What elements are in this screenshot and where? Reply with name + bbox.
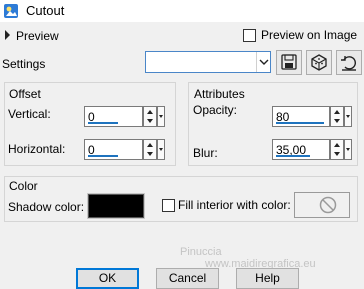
settings-dropdown-button[interactable] [256,52,270,72]
vertical-spinner[interactable] [143,106,157,127]
spin-up-icon[interactable] [147,110,153,114]
chevron-down-icon [159,115,163,118]
offset-group-title: Offset [7,87,43,101]
chevron-down-icon [259,59,269,65]
color-group-title: Color [7,179,40,193]
opacity-spinner[interactable] [330,106,344,127]
blur-spinner[interactable] [330,139,344,160]
spin-down-icon[interactable] [334,119,340,123]
horizontal-input[interactable]: 0 [84,139,143,160]
horizontal-slider-bar[interactable] [88,155,118,157]
app-icon [4,4,18,18]
shadow-color-swatch[interactable] [87,193,145,219]
opacity-input[interactable]: 80 [272,106,330,127]
opacity-label: Opacity: [193,103,238,117]
fill-interior-checkbox[interactable] [162,199,175,212]
reset-icon [341,56,356,71]
save-preset-button[interactable] [276,50,302,75]
preview-label[interactable]: Preview [16,29,59,43]
opacity-dropdown[interactable] [344,106,352,127]
blur-input[interactable]: 35,00 [272,139,330,160]
chevron-down-icon [159,148,163,151]
ok-button[interactable]: OK [76,268,139,289]
vertical-input[interactable]: 0 [84,106,143,127]
vertical-label: Vertical: [8,107,51,121]
cutout-dialog: Cutout Preview Preview on Image Settings [0,0,364,289]
fill-interior-label[interactable]: Fill interior with color: [178,198,291,212]
vertical-dropdown[interactable] [157,106,165,127]
settings-label: Settings [2,57,46,71]
blur-dropdown[interactable] [344,139,352,160]
spin-up-icon[interactable] [334,143,340,147]
opacity-slider-bar[interactable] [276,122,324,124]
blur-label: Blur: [193,146,218,160]
expand-arrow-icon[interactable] [5,30,10,40]
horizontal-spinner[interactable] [143,139,157,160]
vertical-slider-bar[interactable] [88,122,118,124]
spin-down-icon[interactable] [147,152,153,156]
save-icon [281,54,297,70]
cube-icon [311,54,327,71]
fill-color-swatch[interactable] [294,192,350,218]
window-title: Cutout [26,3,65,18]
blur-slider-bar[interactable] [276,155,310,157]
shadow-color-label: Shadow color: [8,200,85,214]
horizontal-label: Horizontal: [8,142,66,156]
help-button[interactable]: Help [236,268,299,289]
spin-down-icon[interactable] [334,152,340,156]
settings-combo[interactable] [145,51,271,73]
spin-down-icon[interactable] [147,119,153,123]
preview-on-image-checkbox[interactable] [243,29,256,42]
spin-up-icon[interactable] [147,143,153,147]
horizontal-dropdown[interactable] [157,139,165,160]
spin-up-icon[interactable] [334,110,340,114]
chevron-down-icon [346,148,350,151]
no-color-icon [319,196,337,214]
load-preset-button[interactable] [306,50,332,75]
reset-button[interactable] [336,50,362,75]
watermark-name: Pinuccia [180,246,222,258]
preview-on-image-label[interactable]: Preview on Image [261,28,357,42]
cancel-button[interactable]: Cancel [156,268,219,289]
attributes-group-title: Attributes [192,87,247,101]
chevron-down-icon [346,115,350,118]
